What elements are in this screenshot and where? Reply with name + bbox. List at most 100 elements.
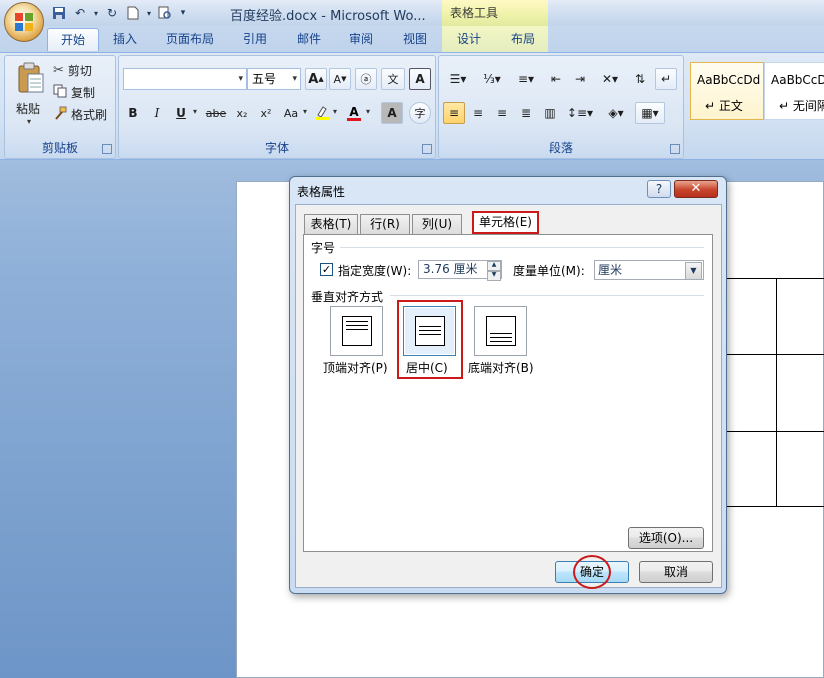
justify-button[interactable]: ≣ <box>515 102 537 124</box>
options-button[interactable]: 选项(O)... <box>628 527 704 549</box>
save-icon[interactable] <box>50 4 68 22</box>
close-button[interactable]: ✕ <box>674 180 718 198</box>
sort-button[interactable]: ⇅ <box>629 68 651 90</box>
repeat-icon[interactable]: ↻ <box>103 4 121 22</box>
font-size-combo[interactable]: 五号 ▾ <box>247 68 301 90</box>
align-top-button[interactable] <box>330 306 383 356</box>
chinese-layout-button[interactable]: ✕▾ <box>595 68 625 90</box>
spin-down-icon[interactable]: ▼ <box>487 271 501 281</box>
increase-indent-button[interactable]: ⇥ <box>569 68 591 90</box>
scissors-icon: ✂ <box>53 62 64 78</box>
spin-up-icon[interactable]: ▲ <box>487 261 501 271</box>
superscript-button[interactable]: x² <box>255 102 277 124</box>
clear-format-button[interactable]: ⓐ <box>355 68 377 90</box>
tab-references[interactable]: 引用 <box>236 28 274 50</box>
tab-row[interactable]: 行(R) <box>360 214 410 234</box>
tab-cell[interactable]: 单元格(E) <box>472 211 539 234</box>
align-center-button[interactable]: ≡ <box>467 102 489 124</box>
chevron-down-icon[interactable]: ▼ <box>685 262 702 280</box>
paste-button[interactable]: 粘贴 ▾ <box>11 60 51 128</box>
shading-button[interactable]: ◈▾ <box>601 102 631 124</box>
char-border-icon: A <box>415 72 425 86</box>
undo-icon[interactable]: ↶ <box>71 4 89 22</box>
shrink-font-button[interactable]: A ▼ <box>329 68 351 90</box>
bullets-button[interactable]: ☰▾ <box>443 68 473 90</box>
align-center-icon: ≡ <box>472 106 484 120</box>
undo-dropdown-icon[interactable]: ▾ <box>92 4 100 22</box>
strikethrough-button[interactable]: abe <box>203 102 229 124</box>
phonetic-guide-button[interactable]: 文 <box>381 68 405 90</box>
multilevel-list-button[interactable]: ≡▾ <box>511 68 541 90</box>
quick-access-toolbar: ↶ ▾ ↻ ▾ ▾ <box>50 3 189 23</box>
align-center-label: 居中(C) <box>406 361 448 375</box>
cut-button[interactable]: ✂ 剪切 <box>53 60 92 80</box>
cancel-button[interactable]: 取消 <box>639 561 713 583</box>
font-size-dropdown-icon[interactable]: ▾ <box>292 69 297 89</box>
align-bottom-button[interactable] <box>474 306 527 356</box>
preferred-width-label: 指定宽度(W): <box>338 264 412 278</box>
char-border-button[interactable]: A <box>409 68 431 90</box>
preferred-width-checkbox[interactable]: ✓ <box>320 263 333 276</box>
style-normal[interactable]: AaBbCcDd ↵ 正文 <box>690 62 764 120</box>
enclose-char-button[interactable]: 字 <box>409 102 431 124</box>
font-color-icon: A <box>349 104 359 119</box>
decrease-indent-button[interactable]: ⇤ <box>545 68 567 90</box>
char-shading-button[interactable]: A <box>381 102 403 124</box>
office-button[interactable] <box>4 2 44 42</box>
paste-dropdown-icon[interactable]: ▾ <box>27 117 31 126</box>
qat-customize-icon[interactable]: ▾ <box>177 4 189 22</box>
context-tab-group-label: 表格工具 <box>450 6 499 20</box>
tab-review[interactable]: 审阅 <box>342 28 380 50</box>
font-launcher-icon[interactable] <box>422 144 432 154</box>
justify-icon: ≣ <box>520 106 532 120</box>
width-spinner[interactable]: ▲ ▼ <box>487 261 501 281</box>
borders-button[interactable]: ▦▾ <box>635 102 665 124</box>
italic-button[interactable]: I <box>147 102 167 124</box>
underline-dropdown-icon[interactable]: ▾ <box>193 107 197 116</box>
show-marks-button[interactable]: ↵ <box>655 68 677 90</box>
align-center-button[interactable] <box>403 306 456 356</box>
clipboard-launcher-icon[interactable] <box>102 144 112 154</box>
measure-unit-select[interactable]: 厘米 ▼ <box>594 260 704 280</box>
change-case-dropdown-icon[interactable]: ▾ <box>303 107 307 116</box>
help-button[interactable]: ? <box>647 180 671 198</box>
tab-layout[interactable]: 布局 <box>504 28 542 50</box>
print-preview-icon[interactable] <box>156 4 174 22</box>
bold-button[interactable]: B <box>123 102 143 124</box>
underline-button[interactable]: U <box>171 102 191 124</box>
tab-mailings[interactable]: 邮件 <box>290 28 328 50</box>
copy-button[interactable]: 复制 <box>53 82 95 102</box>
tab-page-layout[interactable]: 页面布局 <box>160 28 220 50</box>
office-logo-icon <box>15 13 33 31</box>
bullets-icon: ☰▾ <box>449 72 467 86</box>
measure-unit-value: 厘米 <box>598 263 623 277</box>
style-no-spacing[interactable]: AaBbCcDd ↵ 无间隔 <box>764 62 824 120</box>
tab-design[interactable]: 设计 <box>450 28 488 50</box>
tab-table[interactable]: 表格(T) <box>304 214 358 234</box>
new-doc-dropdown-icon[interactable]: ▾ <box>145 4 153 22</box>
align-right-button[interactable]: ≡ <box>491 102 513 124</box>
font-name-dropdown-icon[interactable]: ▾ <box>238 69 243 89</box>
tab-insert[interactable]: 插入 <box>106 28 144 50</box>
line-spacing-button[interactable]: ↕≡▾ <box>565 102 595 124</box>
tab-view[interactable]: 视图 <box>396 28 434 50</box>
section-divider <box>390 295 704 296</box>
highlight-button[interactable] <box>311 102 333 124</box>
tab-column[interactable]: 列(U) <box>412 214 462 234</box>
new-doc-icon[interactable] <box>124 4 142 22</box>
format-painter-button[interactable]: 格式刷 <box>53 104 107 124</box>
font-name-combo[interactable]: ▾ <box>123 68 247 90</box>
align-left-button[interactable]: ≡ <box>443 102 465 124</box>
subscript-button[interactable]: x₂ <box>231 102 253 124</box>
paragraph-launcher-icon[interactable] <box>670 144 680 154</box>
highlight-dropdown-icon[interactable]: ▾ <box>333 107 337 116</box>
numbering-button[interactable]: ⅓▾ <box>477 68 507 90</box>
shrink-font-icon: A <box>333 72 342 86</box>
distributed-button[interactable]: ▥ <box>539 102 561 124</box>
tab-home[interactable]: 开始 <box>47 28 99 51</box>
change-case-button[interactable]: Aa <box>279 102 303 124</box>
font-color-dropdown-icon[interactable]: ▾ <box>366 107 370 116</box>
baidu-watermark: Baidu经验 jingyan.baidu.com <box>628 590 812 648</box>
font-color-button[interactable]: A <box>343 102 365 124</box>
grow-font-button[interactable]: A ▲ <box>305 68 327 90</box>
